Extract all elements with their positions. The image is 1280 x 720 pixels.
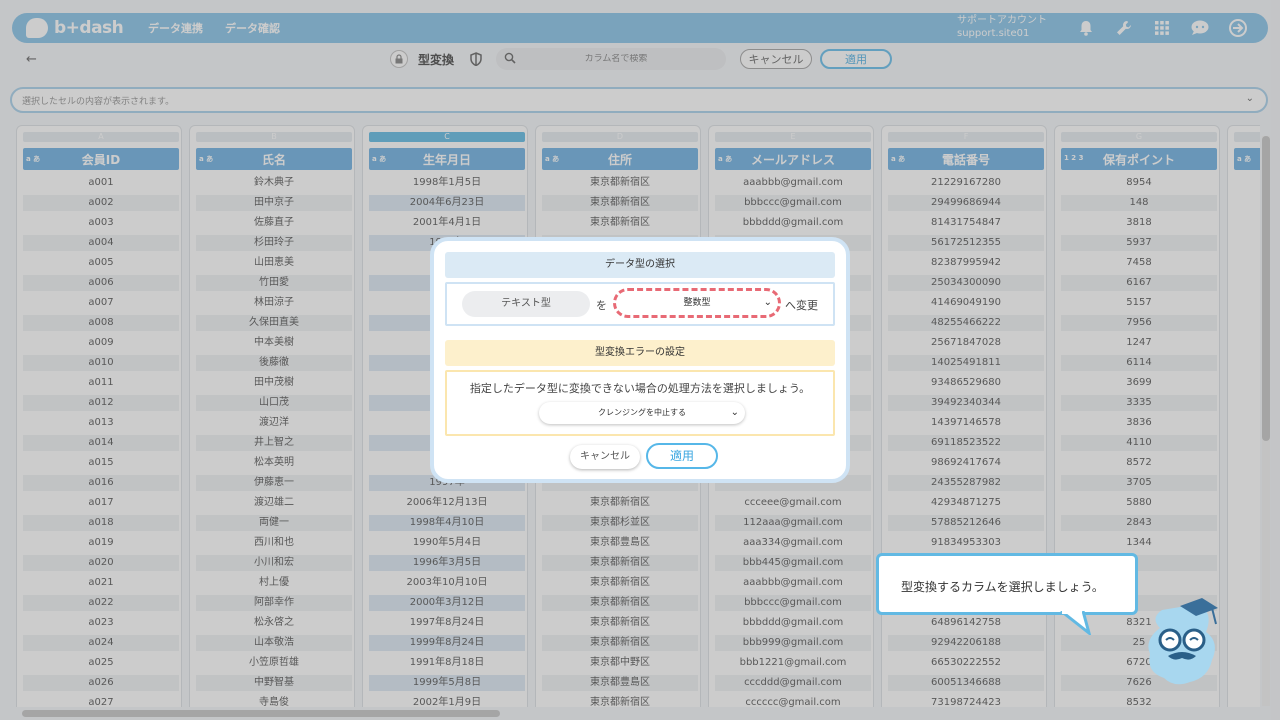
chevron-down-icon: ⌄ (763, 297, 772, 308)
change-suffix-label: へ変更 (785, 299, 818, 312)
modal-cancel-button[interactable]: キャンセル (570, 445, 640, 469)
help-speech-bubble: 型変換するカラムを選択しましょう。 (876, 553, 1138, 635)
type-conversion-dialog: データ型の選択 テキスト型 を 整数型 ⌄ へ変更 型変換エラーの設定 指定した… (430, 237, 850, 483)
particle-label: を (596, 299, 607, 312)
data-type-section: テキスト型 を 整数型 ⌄ へ変更 (445, 282, 835, 326)
help-text: 型変換するカラムを選択しましょう。 (901, 580, 1104, 594)
error-handling-select[interactable]: クレンジングを中止する ⌄ (539, 402, 745, 424)
modal-apply-button[interactable]: 適用 (646, 443, 718, 469)
chevron-down-icon: ⌄ (730, 407, 739, 418)
data-type-section-title: データ型の選択 (445, 252, 835, 278)
to-type-value: 整数型 (683, 298, 711, 308)
mascot-icon (1140, 598, 1224, 688)
from-type-label: テキスト型 (462, 291, 590, 317)
error-instruction: 指定したデータ型に変換できない場合の処理方法を選択しましょう。 (469, 382, 811, 395)
error-section: 指定したデータ型に変換できない場合の処理方法を選択しましょう。 クレンジングを中… (445, 370, 835, 436)
error-handling-value: クレンジングを中止する (598, 408, 686, 417)
error-section-title: 型変換エラーの設定 (445, 340, 835, 366)
to-type-select[interactable]: 整数型 ⌄ (613, 288, 781, 318)
